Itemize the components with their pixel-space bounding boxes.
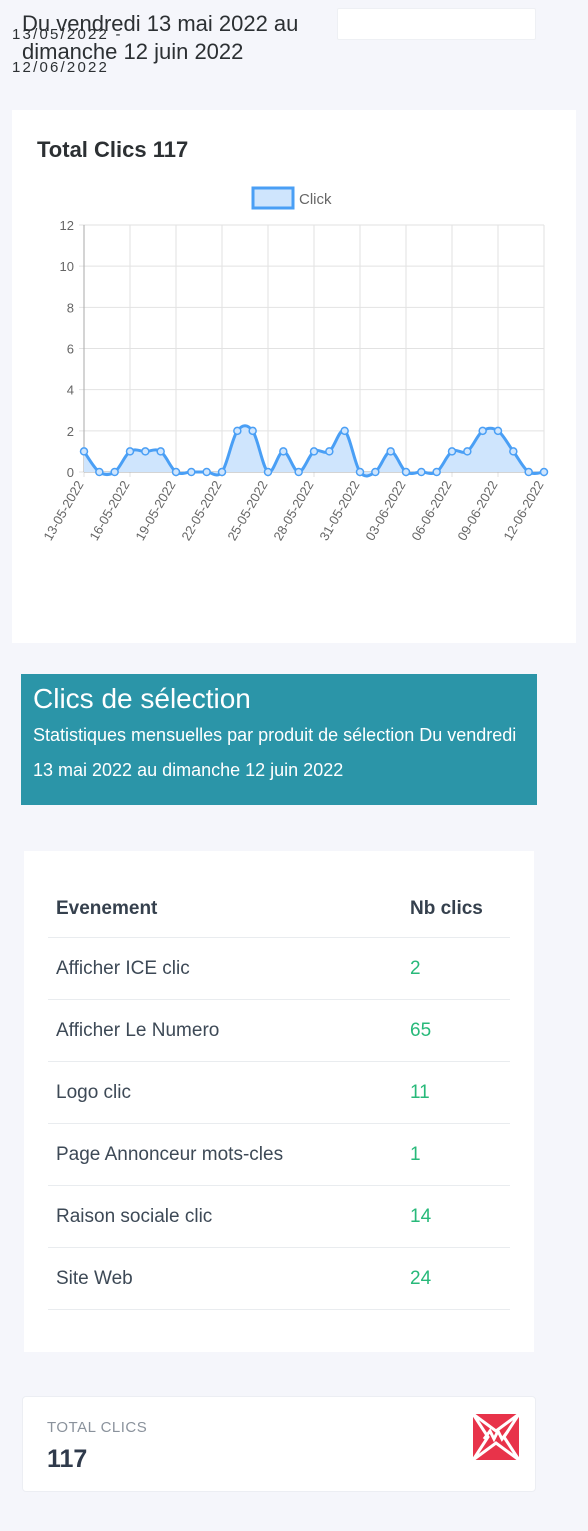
- y-tick-label: 10: [60, 259, 74, 274]
- data-point: [248, 426, 257, 436]
- data-point: [187, 467, 196, 477]
- data-point: [401, 467, 411, 477]
- table-row: Afficher ICE clic 2: [48, 937, 510, 1000]
- event-name: Afficher ICE clic: [48, 937, 402, 1000]
- data-point: [355, 467, 365, 477]
- data-point: [294, 467, 303, 477]
- event-name: Page Annonceur mots-cles: [48, 1123, 402, 1186]
- data-point: [386, 447, 395, 456]
- event-name: Site Web: [48, 1247, 402, 1310]
- data-point: [125, 447, 135, 456]
- brand-logo-icon: [472, 1413, 520, 1461]
- data-point: [309, 447, 319, 456]
- event-clicks: 1: [402, 1123, 510, 1186]
- x-tick-label: 22-05-2022: [178, 478, 224, 543]
- x-tick-label: 25-05-2022: [224, 478, 270, 543]
- data-point: [233, 426, 242, 436]
- data-point: [156, 447, 165, 456]
- table-row: Site Web 24: [48, 1247, 510, 1310]
- data-point: [171, 467, 181, 477]
- data-point: [539, 467, 549, 477]
- table-row: Raison sociale clic 14: [48, 1185, 510, 1248]
- total-clicks-value: 117: [47, 1445, 88, 1473]
- legend-swatch: [251, 186, 295, 210]
- data-point: [202, 467, 211, 477]
- total-clicks-label: TOTAL CLICS: [47, 1419, 148, 1436]
- total-clicks-card: TOTAL CLICS 117: [22, 1396, 536, 1492]
- x-tick-label: 03-06-2022: [362, 478, 408, 543]
- table-row: Afficher Le Numero 65: [48, 999, 510, 1062]
- event-clicks: 65: [402, 999, 510, 1062]
- column-header-event: Evenement: [48, 881, 402, 938]
- x-tick-label: 06-06-2022: [408, 478, 454, 543]
- data-point: [493, 426, 503, 436]
- data-point: [141, 447, 150, 456]
- table-header-row: Evenement Nb clics: [48, 881, 510, 938]
- data-point: [79, 447, 89, 456]
- events-table-card: Evenement Nb clics Afficher ICE clic 2 A…: [24, 851, 534, 1352]
- page-header: Du vendredi 13 mai 2022 au dimanche 12 j…: [0, 0, 588, 100]
- x-tick-label: 28-05-2022: [270, 478, 316, 543]
- event-clicks: 11: [402, 1061, 510, 1124]
- data-point: [371, 467, 380, 477]
- event-name: Logo clic: [48, 1061, 402, 1124]
- data-point: [524, 467, 533, 477]
- y-tick-label: 6: [67, 342, 74, 357]
- banner-title: Clics de sélection: [33, 683, 251, 714]
- event-clicks: 2: [402, 937, 510, 1000]
- column-header-clicks: Nb clics: [402, 881, 510, 938]
- y-tick-label: 2: [67, 424, 74, 439]
- selection-banner: Clics de sélection Statistiques mensuell…: [21, 674, 537, 805]
- event-name: Raison sociale clic: [48, 1185, 402, 1248]
- banner-subtitle: Statistiques mensuelles par produit de s…: [33, 725, 517, 780]
- data-point: [432, 467, 441, 477]
- event-name: Afficher Le Numero: [48, 999, 402, 1062]
- data-point: [217, 467, 227, 477]
- x-tick-label: 12-06-2022: [500, 478, 546, 543]
- data-point: [110, 467, 119, 477]
- events-table: Evenement Nb clics Afficher ICE clic 2 A…: [48, 881, 510, 1310]
- clicks-chart-card: Total Clics 117 0 2 4 6 8 10 12 13-05-2022 16-05…: [12, 110, 576, 643]
- data-point: [279, 447, 288, 456]
- data-point: [263, 467, 273, 477]
- date-range-value[interactable]: 13/05/2022 - 12/06/2022: [12, 18, 172, 84]
- data-point: [95, 467, 104, 477]
- data-point: [417, 467, 426, 477]
- table-row: Logo clic 11: [48, 1061, 510, 1124]
- data-point: [478, 426, 487, 436]
- event-clicks: 14: [402, 1185, 510, 1248]
- data-point: [447, 447, 457, 456]
- x-tick-label: 09-06-2022: [454, 478, 500, 543]
- data-point: [340, 426, 349, 436]
- legend-label: Click: [299, 191, 332, 208]
- y-tick-label: 4: [67, 383, 74, 398]
- date-range-picker[interactable]: [337, 8, 536, 40]
- event-clicks: 24: [402, 1247, 510, 1310]
- x-tick-label: 31-05-2022: [316, 478, 362, 543]
- data-point: [325, 447, 334, 456]
- data-point: [463, 447, 472, 456]
- table-row: Page Annonceur mots-cles 1: [48, 1123, 510, 1186]
- y-tick-label: 12: [60, 218, 74, 233]
- clicks-line-chart: 02468101213-05-2022 16-05-2022 19-05-2022 2…: [40, 186, 549, 543]
- x-tick-label: 19-05-2022: [132, 478, 178, 543]
- x-tick-label: 16-05-2022: [86, 478, 132, 543]
- data-point: [509, 447, 518, 456]
- y-tick-label: 8: [67, 300, 74, 315]
- x-tick-label: 13-05-2022: [40, 478, 86, 543]
